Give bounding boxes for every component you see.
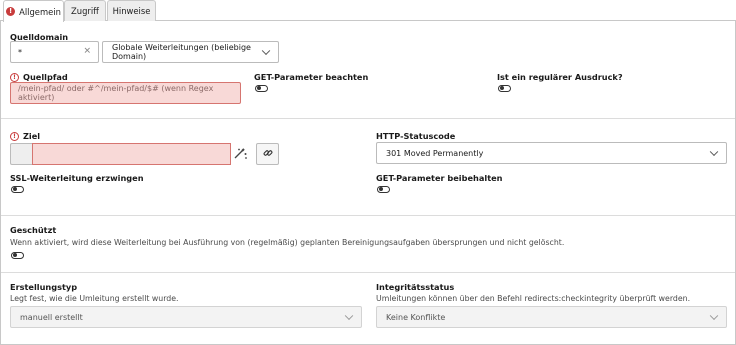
- ziel-input[interactable]: [32, 143, 231, 165]
- integritaetsstatus-label: Integritätsstatus: [376, 282, 455, 292]
- quelldomain-value: *: [18, 47, 22, 57]
- get-parameter-beachten-toggle[interactable]: [255, 85, 268, 92]
- ssl-toggle[interactable]: [11, 186, 24, 193]
- divider: [1, 118, 735, 119]
- integritaetsstatus-description: Umleitungen können über den Befehl redir…: [376, 294, 691, 303]
- warning-icon: !: [10, 131, 19, 141]
- link-button[interactable]: [256, 143, 279, 165]
- integritaetsstatus-value: Keine Konflikte: [386, 312, 446, 322]
- quellpfad-label-text: Quellpfad: [23, 72, 68, 82]
- erstellungstyp-select: manuell erstellt: [10, 306, 362, 328]
- get-parameter-beibehalten-label: GET-Parameter beibehalten: [376, 173, 503, 183]
- tab-hinweise[interactable]: Hinweise: [107, 0, 156, 21]
- quelldomain-select[interactable]: Globale Weiterleitungen (beliebige Domai…: [102, 41, 279, 63]
- erstellungstyp-label: Erstellungstyp: [10, 282, 78, 292]
- divider: [1, 215, 735, 216]
- ziel-label: ! Ziel: [10, 131, 40, 141]
- chevron-down-icon: [344, 311, 354, 321]
- ziel-label-text: Ziel: [23, 131, 41, 141]
- chevron-down-icon: [709, 311, 719, 321]
- tab-label: Hinweise: [112, 6, 151, 16]
- get-parameter-beibehalten-toggle[interactable]: [377, 186, 390, 193]
- form-panel: Quelldomain * ✕ Globale Weiterleitungen …: [0, 21, 736, 345]
- regex-label: Ist ein regulärer Ausdruck?: [497, 72, 623, 82]
- quellpfad-placeholder: /mein-pfad/ oder #^/mein-pfad/$# (wenn R…: [18, 84, 214, 102]
- quelldomain-input[interactable]: * ✕: [10, 41, 99, 63]
- get-parameter-beachten-label: GET-Parameter beachten: [254, 72, 369, 82]
- http-statuscode-label: HTTP-Statuscode: [376, 131, 456, 141]
- tab-allgemein[interactable]: ! Allgemein: [3, 0, 64, 22]
- erstellungstyp-value: manuell erstellt: [20, 312, 83, 322]
- quelldomain-select-value: Globale Weiterleitungen (beliebige Domai…: [112, 43, 251, 61]
- warning-icon: !: [10, 72, 19, 82]
- geschuetzt-toggle[interactable]: [11, 252, 24, 259]
- link-icon: [263, 148, 273, 160]
- quellpfad-input[interactable]: /mein-pfad/ oder #^/mein-pfad/$# (wenn R…: [10, 82, 241, 104]
- geschuetzt-description: Wenn aktiviert, wird diese Weiterleitung…: [10, 238, 565, 247]
- ziel-addon: [10, 143, 33, 165]
- tab-label: Allgemein: [19, 6, 61, 17]
- http-statuscode-select[interactable]: 301 Moved Permanently: [376, 142, 727, 164]
- regex-toggle[interactable]: [498, 85, 511, 92]
- error-icon: !: [6, 7, 16, 16]
- wizard-icon[interactable]: [233, 147, 249, 161]
- chevron-down-icon: [709, 147, 719, 157]
- tab-label: Zugriff: [71, 6, 99, 16]
- http-statuscode-value: 301 Moved Permanently: [386, 148, 484, 158]
- geschuetzt-label: Geschützt: [10, 225, 57, 235]
- tab-zugriff[interactable]: Zugriff: [64, 0, 106, 21]
- ssl-label: SSL-Weiterleitung erzwingen: [10, 173, 144, 183]
- quellpfad-label: ! Quellpfad: [10, 72, 68, 82]
- integritaetsstatus-select: Keine Konflikte: [376, 306, 727, 328]
- erstellungstyp-description: Legt fest, wie die Umleitung erstellt wu…: [10, 294, 179, 303]
- divider: [1, 272, 735, 273]
- close-icon[interactable]: ✕: [83, 47, 91, 57]
- tab-bar: ! Allgemein Zugriff Hinweise: [0, 0, 736, 22]
